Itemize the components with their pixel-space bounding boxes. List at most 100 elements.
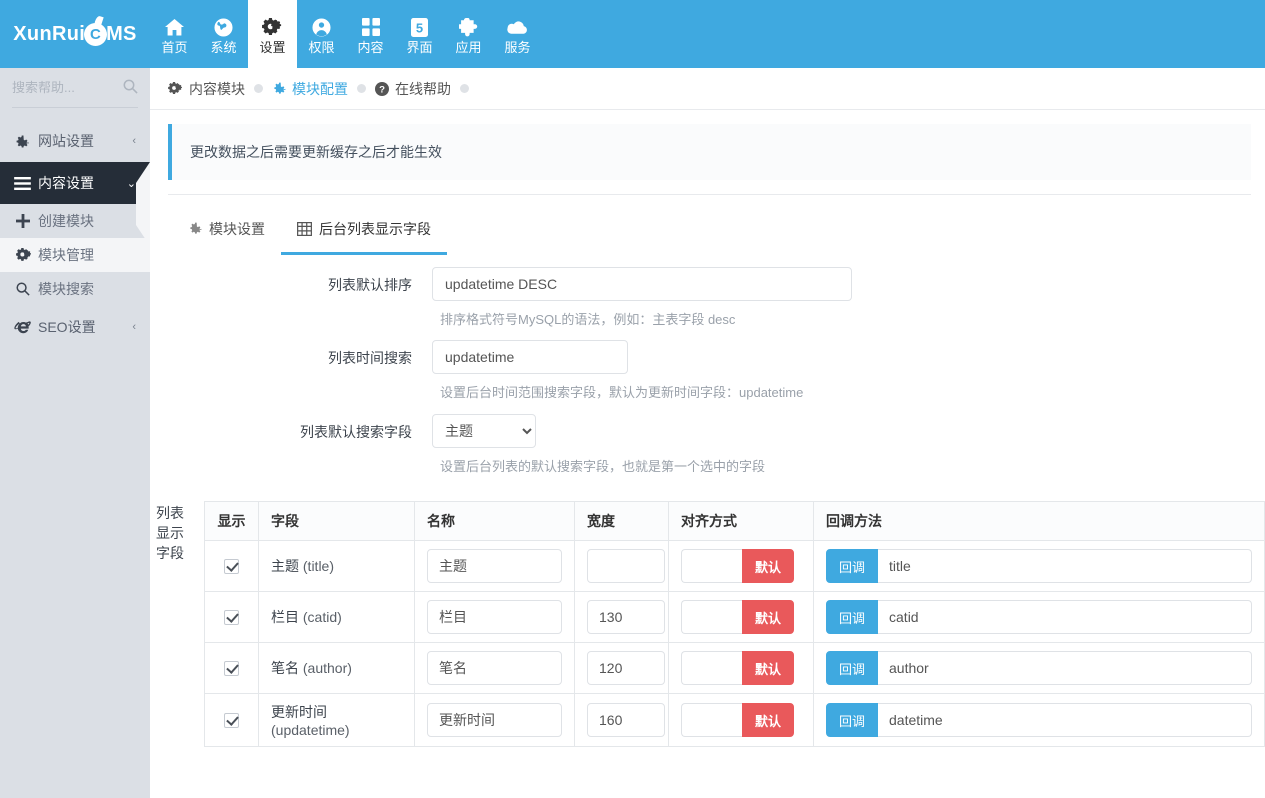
nav-item-home-label: 首页 <box>161 40 188 55</box>
field-width-input[interactable] <box>587 600 665 634</box>
callback-button[interactable]: 回调 <box>826 703 879 737</box>
nav-item-home[interactable]: 首页 <box>150 0 199 68</box>
cell-name <box>414 540 575 592</box>
breadcrumb-item-online-help[interactable]: ? 在线帮助 <box>375 79 451 99</box>
tab-list-display-fields[interactable]: 后台列表显示字段 <box>281 205 447 255</box>
field-display-name-input[interactable] <box>427 549 562 583</box>
cell-width <box>574 693 669 747</box>
time-search-input[interactable] <box>432 340 628 374</box>
search-icon[interactable] <box>123 79 138 97</box>
label-default-sort: 列表默认排序 <box>328 277 412 293</box>
field-label-cn: 主题 <box>271 558 299 574</box>
info-alert: 更改数据之后需要更新缓存之后才能生效 <box>168 124 1251 180</box>
tab-bar: 模块设置 后台列表显示字段 <box>150 197 1265 255</box>
field-align-input[interactable] <box>681 703 742 737</box>
nav-item-system[interactable]: 系统 <box>199 0 248 68</box>
callback-value-input[interactable] <box>878 549 1252 583</box>
gears-icon <box>16 248 38 262</box>
nav-item-content[interactable]: 内容 <box>346 0 395 68</box>
tab-module-settings[interactable]: 模块设置 <box>172 205 281 255</box>
breadcrumb-item-online-help-label: 在线帮助 <box>395 80 451 97</box>
align-input-group: 默认 <box>681 651 801 685</box>
search-input[interactable] <box>12 80 104 95</box>
breadcrumb-separator-dot <box>357 84 366 93</box>
cell-show <box>204 540 259 592</box>
row-visible-checkbox[interactable] <box>224 559 239 575</box>
callback-value-input[interactable] <box>878 600 1252 634</box>
cell-align: 默认 <box>668 642 814 694</box>
nav-item-content-label: 内容 <box>357 40 384 55</box>
field-display-name-input[interactable] <box>427 703 562 737</box>
cell-width <box>574 591 669 643</box>
sidebar-search[interactable] <box>12 68 138 108</box>
align-default-button[interactable]: 默认 <box>742 600 795 634</box>
sidebar-item-seo-settings[interactable]: SEO设置 ‹ <box>0 306 150 348</box>
field-display-name-input[interactable] <box>427 600 562 634</box>
field-width-input[interactable] <box>587 549 665 583</box>
sidebar-item-content-settings[interactable]: 内容设置 ⌄ <box>0 162 150 246</box>
brand-flame-letter: C <box>90 25 102 43</box>
field-width-input[interactable] <box>587 651 665 685</box>
align-default-button[interactable]: 默认 <box>742 549 795 583</box>
align-default-button[interactable]: 默认 <box>742 703 795 737</box>
breadcrumb-item-module-config[interactable]: 模块配置 <box>272 79 348 99</box>
sidebar-item-module-search[interactable]: 模块搜索 <box>0 272 150 306</box>
nav-item-permissions-label: 权限 <box>308 40 335 55</box>
table-row: 栏目 (catid) 栏目 130 默认 回调 catid <box>204 591 1265 643</box>
brand-text-before: XunRui <box>13 22 86 45</box>
sidebar-item-module-manage-label: 模块管理 <box>38 247 94 263</box>
col-header-align: 对齐方式 <box>668 501 814 541</box>
chevron-left-icon: ‹ <box>132 135 136 147</box>
nav-item-settings[interactable]: 设置 <box>248 0 297 68</box>
sidebar: 网站设置 ‹ 内容设置 ⌄ 创建模块 模块管理 模块搜索 <box>0 68 150 798</box>
label-default-search-field: 列表默认搜索字段 <box>300 424 412 440</box>
question-circle-icon: ? <box>375 81 389 96</box>
row-visible-checkbox[interactable] <box>224 661 239 677</box>
field-label-en: (title) <box>302 558 335 574</box>
nav-item-service-label: 服务 <box>504 40 531 55</box>
align-default-button[interactable]: 默认 <box>742 651 795 685</box>
sidebar-item-create-module-label: 创建模块 <box>38 213 94 229</box>
sidebar-menu: 网站设置 ‹ 内容设置 ⌄ 创建模块 模块管理 模块搜索 SEO设置 ‹ <box>0 120 150 348</box>
callback-button[interactable]: 回调 <box>826 549 879 583</box>
cell-show <box>204 693 259 747</box>
brand-logo[interactable]: XunRui C MS <box>0 0 150 68</box>
nav-item-service[interactable]: 服务 <box>493 0 542 68</box>
breadcrumb: 内容模块 模块配置 ? 在线帮助 <box>150 68 1265 110</box>
align-input-group: 默认 <box>681 600 801 634</box>
default-sort-input[interactable] <box>432 267 852 301</box>
nav-item-permissions[interactable]: 权限 <box>297 0 346 68</box>
field-align-input[interactable] <box>681 549 742 583</box>
chevron-left-icon: ‹ <box>132 321 136 333</box>
breadcrumb-item-content-module[interactable]: 内容模块 <box>168 79 245 99</box>
field-display-name-input[interactable] <box>427 651 562 685</box>
nav-item-interface-label: 界面 <box>406 40 433 55</box>
callback-value-input[interactable] <box>878 651 1252 685</box>
field-align-input[interactable] <box>681 651 742 685</box>
col-header-show: 显示 <box>204 501 259 541</box>
table-icon <box>297 221 312 236</box>
html5-icon: 5 <box>411 16 428 38</box>
sidebar-item-website-settings[interactable]: 网站设置 ‹ <box>0 120 150 162</box>
sidebar-item-module-manage[interactable]: 模块管理 <box>0 238 150 272</box>
col-header-width: 宽度 <box>574 501 669 541</box>
cell-field: 笔名 (author) <box>258 642 415 694</box>
divider <box>168 194 1251 195</box>
callback-button[interactable]: 回调 <box>826 651 879 685</box>
cell-field: 更新时间 (updatetime) <box>258 693 415 747</box>
field-align-input[interactable] <box>681 600 742 634</box>
cell-align: 默认 <box>668 693 814 747</box>
sidebar-item-content-settings-label: 内容设置 <box>38 175 94 191</box>
row-visible-checkbox[interactable] <box>224 610 239 626</box>
default-search-field-select[interactable]: 主题 <box>432 414 536 448</box>
nav-item-interface[interactable]: 5 界面 <box>395 0 444 68</box>
callback-button[interactable]: 回调 <box>826 600 879 634</box>
field-width-input[interactable] <box>587 703 665 737</box>
row-visible-checkbox[interactable] <box>224 713 239 729</box>
callback-value-input[interactable] <box>878 703 1252 737</box>
field-label-en: (updatetime) <box>271 722 350 738</box>
field-label-cn: 笔名 <box>271 660 299 676</box>
nav-item-apps[interactable]: 应用 <box>444 0 493 68</box>
sidebar-item-create-module[interactable]: 创建模块 <box>0 204 150 238</box>
form-row-display-fields: 列表显示字段 显示 字段 名称 宽度 对齐方式 回调方法 主题 (title) … <box>150 491 1265 747</box>
